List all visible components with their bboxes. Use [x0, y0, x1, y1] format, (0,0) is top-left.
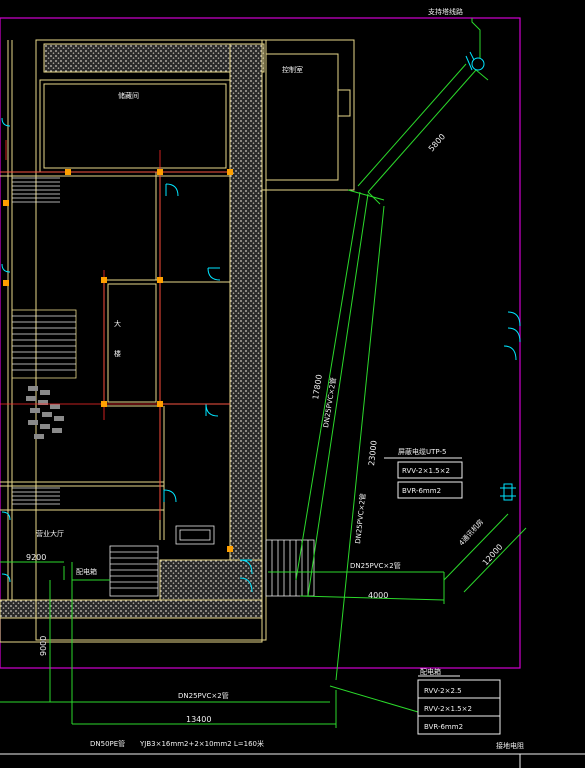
dim-17800: 17800	[311, 374, 324, 401]
cable-dn50: DN50PE管	[90, 739, 125, 748]
cable-dn25-d: DN25PVC×2管	[178, 691, 229, 700]
room-top-label: 控制室	[282, 65, 303, 74]
dim-4000: 4000	[368, 591, 388, 600]
dim-9200: 9200	[26, 553, 46, 562]
legend-upper-row-2: BVR-6mm2	[402, 487, 441, 495]
stair-outside	[265, 539, 315, 597]
step-block	[175, 525, 215, 545]
cable-dn25-a: DN25PVC×2管	[321, 377, 338, 429]
dim-9000: 9000	[39, 636, 48, 656]
legend-lower-title: 配电箱	[420, 667, 441, 676]
legend-lower-row-1: RVV-2×2.5	[424, 687, 462, 695]
room-kitchen-label: 储藏间	[118, 91, 139, 100]
stair-char-2: 楼	[114, 349, 121, 358]
terminal-symbol	[500, 483, 516, 501]
dim-5800: 5800	[427, 132, 447, 153]
legend-lower-row-3: BVR-6mm2	[424, 723, 463, 731]
distribution-box-label: 配电箱	[76, 567, 97, 576]
bottom-right-title: 接地电阻	[496, 741, 524, 750]
top-right-note: 支持塔线路	[428, 7, 463, 16]
cable-dn25-b: DN25PVC×2管	[353, 493, 367, 544]
legend-upper-title: 屏蔽电缆UTP-5	[398, 447, 446, 456]
dim-23000: 23000	[367, 440, 379, 466]
access-label: 4通讯机房	[457, 517, 485, 547]
brick-pattern	[26, 386, 64, 439]
stair-upper	[12, 177, 60, 203]
antenna-symbol	[465, 51, 485, 71]
cable-dn25-c: DN25PVC×2管	[350, 561, 401, 570]
dim-12000: 12000	[481, 542, 505, 567]
legend-upper-row-1: RVV-2×1.5×2	[402, 467, 450, 475]
stair-char-1: 大	[114, 319, 121, 328]
dim-13400: 13400	[186, 715, 211, 724]
column-markers	[3, 169, 233, 552]
legend-lower-row-2: RVV-2×1.5×2	[424, 705, 472, 713]
cad-drawing: 支持塔线路 控制室 储藏间 营业大厅 大 楼 接地电阻 配电箱 5800 178…	[0, 7, 585, 768]
room-lower-left-label: 营业大厅	[36, 529, 64, 538]
cable-yjb: YJB3×16mm2+2×10mm2 L=160米	[139, 739, 264, 748]
axis-lines	[0, 140, 230, 520]
green-routes	[0, 18, 527, 728]
stair-middle	[11, 309, 77, 379]
stair-entrance	[109, 545, 159, 597]
